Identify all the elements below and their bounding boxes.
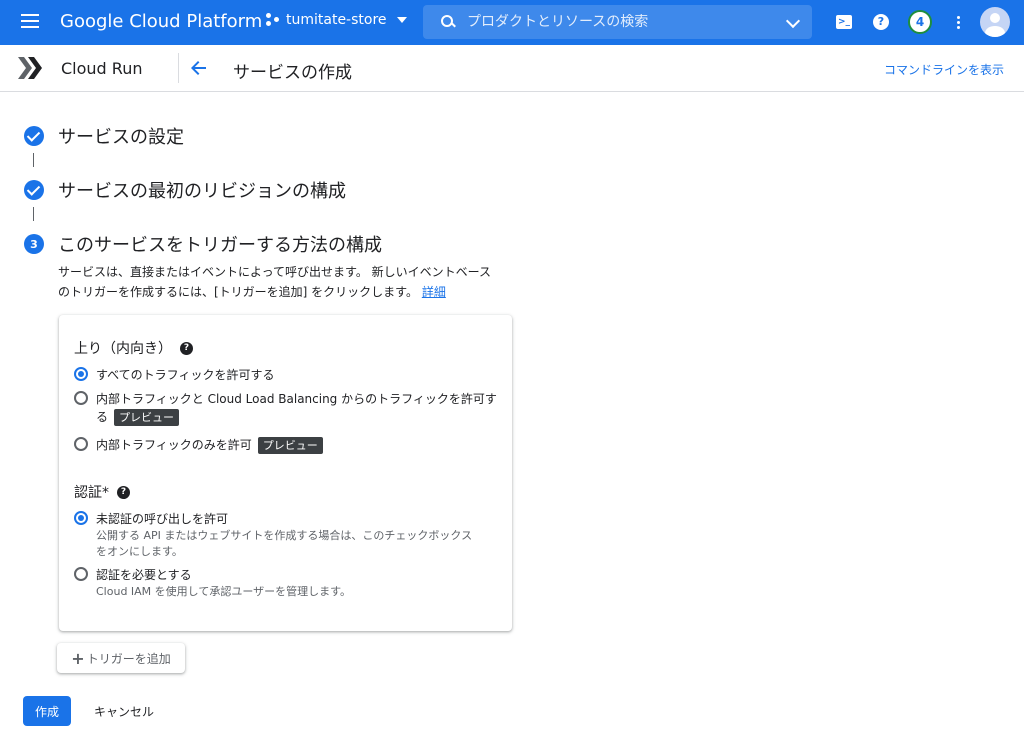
project-selector[interactable]: tumitate-store bbox=[266, 12, 407, 28]
auth-section-label: 認証* ? bbox=[74, 482, 130, 502]
step-title: サービスの最初のリビジョンの構成 bbox=[58, 181, 346, 202]
page-title: サービスの作成 bbox=[233, 63, 352, 83]
ingress-option-all[interactable]: すべてのトラフィックを許可する bbox=[74, 366, 274, 384]
top-app-bar: Google Cloud Platform tumitate-store >_ … bbox=[0, 0, 1024, 45]
hamburger-menu-icon[interactable] bbox=[21, 14, 39, 28]
radio-label: 内部トラフィックのみを許可 プレビュー bbox=[96, 436, 323, 454]
radio-label: すべてのトラフィックを許可する bbox=[96, 368, 275, 382]
ingress-section-label: 上り（内向き） ? bbox=[74, 338, 193, 358]
step-1[interactable]: サービスの設定 bbox=[24, 123, 184, 149]
step-connector bbox=[33, 153, 34, 167]
radio-button[interactable] bbox=[74, 437, 88, 451]
auth-option-required[interactable]: 認証を必要とする Cloud IAM を使用して承認ユーザーを管理します。 bbox=[74, 566, 351, 600]
step-title: サービスの設定 bbox=[58, 127, 184, 148]
check-circle-icon bbox=[24, 180, 44, 200]
cloud-run-logo-icon bbox=[18, 57, 42, 79]
search-input[interactable] bbox=[467, 14, 747, 30]
learn-more-link[interactable]: 詳細 bbox=[422, 285, 446, 299]
radio-help-text: Cloud IAM を使用して承認ユーザーを管理します。 bbox=[96, 585, 352, 598]
account-avatar[interactable] bbox=[980, 7, 1010, 37]
radio-button[interactable] bbox=[74, 367, 88, 381]
notifications-badge[interactable]: 4 bbox=[908, 10, 932, 34]
cloud-shell-icon[interactable]: >_ bbox=[834, 12, 854, 32]
radio-help-text: 公開する API またはウェブサイトを作成する場合は、このチェックボックス をオン… bbox=[96, 529, 473, 558]
caret-down-icon bbox=[396, 17, 407, 23]
project-icon bbox=[266, 13, 280, 27]
step-title: このサービスをトリガーする方法の構成 bbox=[58, 235, 382, 256]
help-icon[interactable]: ? bbox=[180, 341, 193, 355]
help-icon[interactable]: ? bbox=[871, 12, 891, 32]
radio-label: 認証を必要とする Cloud IAM を使用して承認ユーザーを管理します。 bbox=[96, 568, 352, 598]
page-header: Cloud Run サービスの作成 コマンドラインを表示 bbox=[0, 45, 1024, 92]
check-circle-icon bbox=[24, 126, 44, 146]
description-line: のトリガーを作成するには、[トリガーを追加] をクリックします。 詳細 bbox=[58, 285, 446, 299]
add-trigger-button[interactable]: + トリガーを追加 bbox=[57, 643, 185, 673]
plus-icon: + bbox=[71, 648, 85, 668]
step-2[interactable]: サービスの最初のリビジョンの構成 bbox=[24, 177, 346, 203]
description-line: サービスは、直接またはイベントによって呼び出せます。 新しいイベントベース bbox=[58, 265, 492, 279]
search-icon bbox=[441, 15, 455, 29]
cancel-button[interactable]: キャンセル bbox=[86, 696, 162, 726]
step-connector bbox=[33, 207, 34, 221]
preview-badge: プレビュー bbox=[114, 409, 180, 426]
back-arrow-icon[interactable] bbox=[188, 57, 210, 79]
search-bar[interactable] bbox=[423, 5, 812, 39]
header-divider bbox=[178, 53, 179, 83]
trigger-settings-card: 上り（内向き） ? すべてのトラフィックを許可する 内部トラフィックと Clou… bbox=[59, 315, 512, 631]
radio-button[interactable] bbox=[74, 511, 88, 525]
product-name: Cloud Run bbox=[61, 59, 143, 78]
step-number: 3 bbox=[24, 234, 44, 254]
radio-button[interactable] bbox=[74, 567, 88, 581]
ingress-option-internal-lb[interactable]: 内部トラフィックと Cloud Load Balancing からのトラフィック… bbox=[74, 390, 497, 426]
preview-badge: プレビュー bbox=[257, 437, 323, 454]
radio-button[interactable] bbox=[74, 391, 88, 405]
help-icon[interactable]: ? bbox=[117, 485, 130, 499]
radio-label: 未認証の呼び出しを許可 公開する API またはウェブサイトを作成する場合は、こ… bbox=[96, 512, 473, 558]
radio-label: 内部トラフィックと Cloud Load Balancing からのトラフィック… bbox=[96, 392, 497, 426]
more-vert-icon[interactable] bbox=[948, 12, 968, 32]
brand-title[interactable]: Google Cloud Platform bbox=[60, 11, 262, 32]
auth-option-unauthenticated[interactable]: 未認証の呼び出しを許可 公開する API またはウェブサイトを作成する場合は、こ… bbox=[74, 510, 472, 560]
step-3[interactable]: 3 このサービスをトリガーする方法の構成 bbox=[24, 231, 382, 257]
project-name: tumitate-store bbox=[286, 12, 387, 28]
chevron-down-icon[interactable] bbox=[785, 13, 801, 29]
step-description: サービスは、直接またはイベントによって呼び出せます。 新しいイベントベース のト… bbox=[58, 262, 518, 302]
create-button[interactable]: 作成 bbox=[23, 696, 71, 726]
ingress-option-internal[interactable]: 内部トラフィックのみを許可 プレビュー bbox=[74, 436, 323, 454]
show-command-line-link[interactable]: コマンドラインを表示 bbox=[884, 61, 1004, 78]
